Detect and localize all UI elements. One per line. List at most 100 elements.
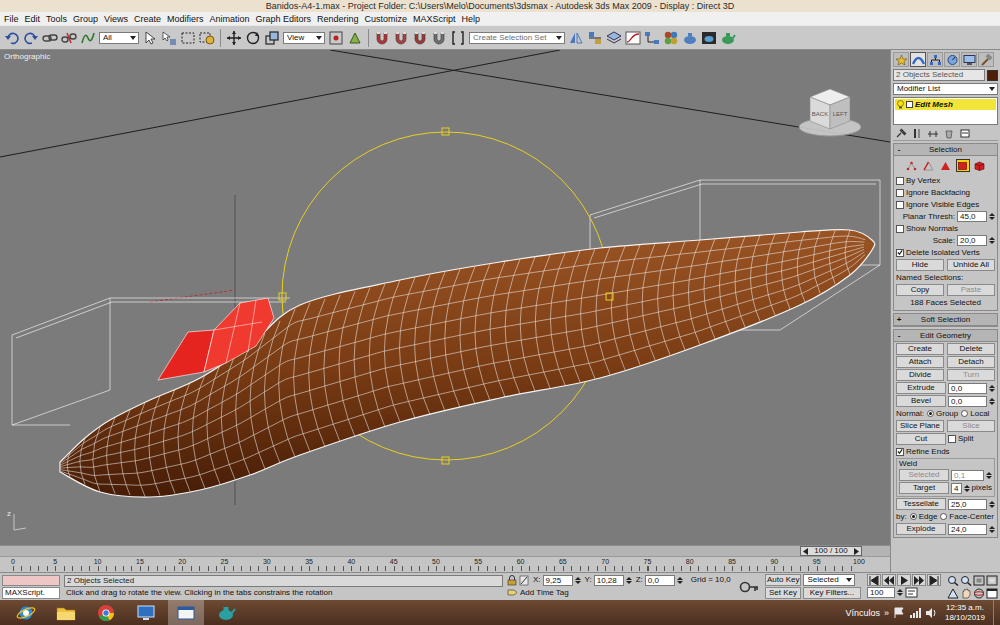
- radio-option[interactable]: Local: [961, 409, 989, 419]
- checkbox-row[interactable]: By Vertex: [896, 175, 995, 186]
- spinsnap-icon[interactable]: [431, 30, 447, 46]
- command-panel-tab[interactable]: [961, 52, 977, 67]
- taskbar-app[interactable]: [168, 600, 204, 625]
- subobject-button[interactable]: [939, 159, 953, 172]
- spinner-arrows[interactable]: [989, 213, 995, 220]
- selection-filter-dropdown[interactable]: All: [99, 32, 139, 44]
- panel-button[interactable]: Selected: [899, 469, 949, 481]
- menu-item[interactable]: Group: [73, 13, 98, 25]
- rollout-toggle[interactable]: -: [894, 331, 904, 341]
- panel-button[interactable]: Delete: [947, 343, 995, 355]
- named-icon[interactable]: [450, 30, 466, 46]
- menu-item[interactable]: Animation: [209, 13, 249, 25]
- material-icon[interactable]: [663, 30, 679, 46]
- spinner-arrows[interactable]: [989, 385, 995, 392]
- time-configuration-icon[interactable]: [905, 587, 918, 598]
- taskbar-clock[interactable]: 12:35 a.m. 18/10/2019: [941, 603, 989, 623]
- checkbox[interactable]: [896, 189, 904, 197]
- previous-frame-icon[interactable]: [803, 548, 808, 555]
- menu-item[interactable]: File: [4, 13, 19, 25]
- playback-button[interactable]: [912, 574, 926, 586]
- play-icon[interactable]: [898, 575, 910, 586]
- menu-item[interactable]: Graph Editors: [255, 13, 311, 25]
- viewport-label[interactable]: Orthographic: [4, 52, 50, 62]
- menu-item[interactable]: Help: [462, 13, 481, 25]
- spinner-arrows[interactable]: [677, 577, 683, 584]
- command-panel-tab[interactable]: [910, 52, 926, 67]
- lightbulb-icon[interactable]: [897, 100, 904, 109]
- mirror-icon[interactable]: [568, 30, 584, 46]
- checkbox-row[interactable]: Show Normals: [896, 223, 995, 234]
- checkbox[interactable]: [948, 435, 956, 443]
- key-mode-dropdown[interactable]: Selected: [803, 574, 855, 586]
- playback-button[interactable]: [897, 574, 911, 586]
- radio-option[interactable]: Group: [927, 409, 958, 419]
- volume-icon[interactable]: [925, 607, 937, 619]
- pin-stack-icon[interactable]: [895, 128, 907, 139]
- absolute-mode-icon[interactable]: [519, 575, 529, 586]
- move-icon[interactable]: [226, 30, 242, 46]
- list-icon[interactable]: [161, 30, 177, 46]
- subobject-button[interactable]: [922, 159, 936, 172]
- rsetup-icon[interactable]: [682, 30, 698, 46]
- panel-button[interactable]: Slice Plane: [896, 420, 944, 432]
- navigation-button[interactable]: [960, 587, 972, 599]
- time-tag-icon[interactable]: [507, 587, 518, 598]
- viewcube[interactable]: BACKLEFT: [795, 83, 865, 139]
- next-icon[interactable]: [913, 575, 925, 586]
- manip-icon[interactable]: [347, 30, 363, 46]
- panel-button[interactable]: Attach: [896, 356, 944, 368]
- rframe-icon[interactable]: [701, 30, 717, 46]
- panel-button[interactable]: Turn: [947, 369, 995, 381]
- toolbar-overflow[interactable]: »: [884, 607, 889, 619]
- panel-button[interactable]: Tessellate: [896, 498, 946, 510]
- redo-icon[interactable]: [23, 30, 39, 46]
- remove-stack-icon[interactable]: [943, 128, 955, 139]
- menu-item[interactable]: Tools: [46, 13, 67, 25]
- maxscript-label[interactable]: MAXScript.: [2, 587, 60, 599]
- links-toolbar[interactable]: Vínculos: [845, 607, 880, 619]
- spinner-field[interactable]: 25,0: [948, 499, 987, 510]
- command-panel-tab[interactable]: [944, 52, 960, 67]
- configure-stack-icon[interactable]: [959, 128, 971, 139]
- checkbox[interactable]: [896, 201, 904, 209]
- action-center-flag-icon[interactable]: [893, 607, 905, 619]
- checkbox[interactable]: [896, 249, 904, 257]
- rotate-icon[interactable]: [245, 30, 261, 46]
- taskbar-app[interactable]: [208, 600, 244, 625]
- spinner-field[interactable]: 20,0: [957, 235, 987, 246]
- current-frame-field[interactable]: 100: [867, 587, 895, 598]
- spinner-field[interactable]: 4: [951, 483, 962, 494]
- spinner-field[interactable]: 0,0: [948, 383, 987, 394]
- rollout-header[interactable]: - Edit Geometry: [894, 330, 997, 342]
- radio-option[interactable]: Edge: [910, 512, 938, 522]
- zoomall-icon[interactable]: [960, 575, 972, 586]
- rect-icon[interactable]: [180, 30, 196, 46]
- auto-key-button[interactable]: Auto Key: [765, 574, 801, 586]
- panel-button[interactable]: Extrude: [896, 382, 946, 394]
- spinner-arrows[interactable]: [989, 501, 995, 508]
- spinner-arrows[interactable]: [989, 398, 995, 405]
- navigation-button[interactable]: [947, 587, 959, 599]
- navigation-button[interactable]: [973, 574, 985, 586]
- orbit-icon[interactable]: [973, 588, 985, 599]
- panel-button[interactable]: Bevel: [896, 395, 946, 407]
- scene-canvas[interactable]: z: [0, 50, 890, 545]
- viewcube-face-label[interactable]: BACK: [812, 111, 828, 117]
- time-slider-thumb[interactable]: 100 / 100: [800, 546, 862, 556]
- taskbar-app[interactable]: [88, 600, 124, 625]
- reference-coordinate-dropdown[interactable]: View: [283, 32, 325, 44]
- radio-button[interactable]: [940, 513, 947, 520]
- panel-button[interactable]: Unhide All: [947, 259, 995, 271]
- subobject-button[interactable]: [956, 159, 970, 172]
- spinner-field[interactable]: 0,0: [948, 396, 987, 407]
- radio-option[interactable]: Face-Center: [940, 512, 993, 522]
- spinner-arrows[interactable]: [986, 472, 992, 479]
- end-icon[interactable]: [928, 575, 940, 586]
- bind-icon[interactable]: [80, 30, 96, 46]
- time-slider[interactable]: 100 / 100: [0, 545, 890, 556]
- key-filters-button[interactable]: Key Filters...: [803, 587, 861, 599]
- gizmo-handles[interactable]: [279, 128, 613, 464]
- add-time-tag[interactable]: Add Time Tag: [520, 588, 569, 598]
- panel-button[interactable]: Copy: [896, 284, 944, 296]
